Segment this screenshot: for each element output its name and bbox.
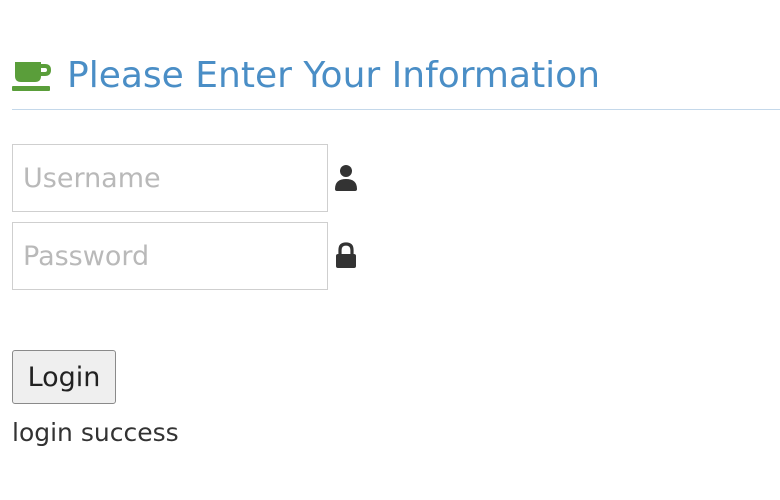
coffee-cup-icon xyxy=(12,62,51,91)
page-title: Please Enter Your Information xyxy=(67,55,601,96)
user-icon xyxy=(335,165,357,191)
status-message: login success xyxy=(12,418,179,447)
username-row xyxy=(12,144,372,212)
login-page: Please Enter Your Information Login logi… xyxy=(0,0,780,500)
page-header: Please Enter Your Information xyxy=(12,50,780,110)
password-input[interactable] xyxy=(12,222,328,290)
password-row xyxy=(12,222,372,290)
login-button[interactable]: Login xyxy=(12,350,116,404)
username-input[interactable] xyxy=(12,144,328,212)
lock-icon xyxy=(336,242,356,268)
